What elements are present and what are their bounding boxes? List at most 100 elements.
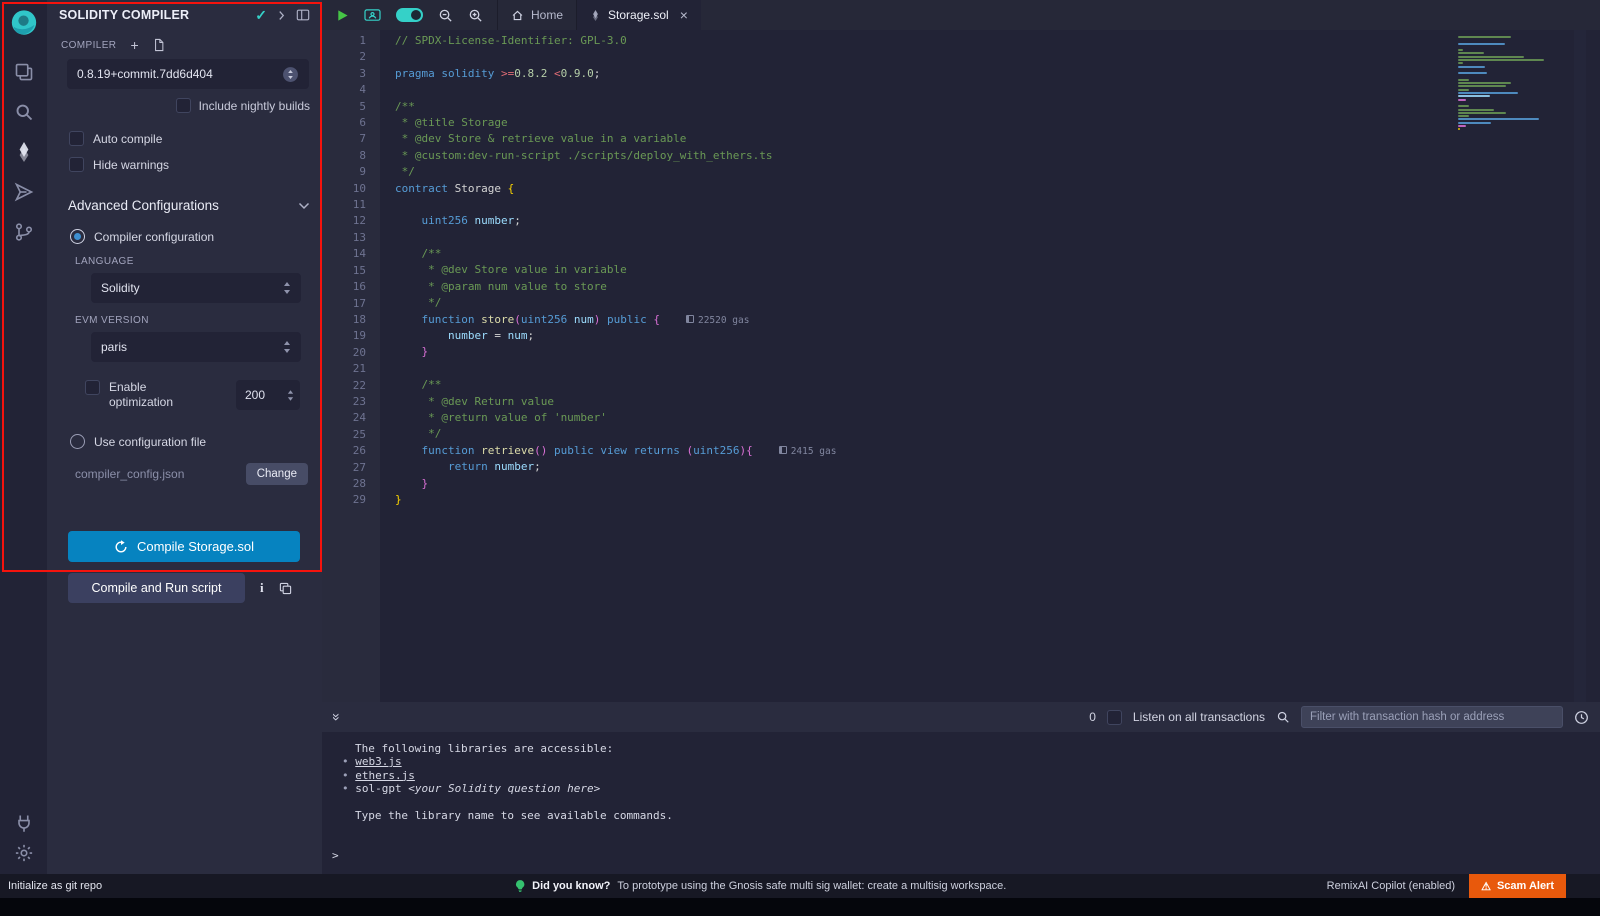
gas-icon bbox=[779, 446, 787, 454]
code-line[interactable]: */ bbox=[395, 164, 1600, 180]
terminal-line: The following libraries are accessible: bbox=[322, 742, 1600, 755]
code-line[interactable]: function store(uint256 num) public {2252… bbox=[395, 312, 1600, 328]
info-icon[interactable]: i bbox=[260, 580, 264, 596]
file-explorer-icon[interactable] bbox=[0, 52, 47, 92]
search-icon[interactable] bbox=[0, 92, 47, 132]
code-line[interactable]: function retrieve() public view returns … bbox=[395, 443, 1600, 459]
warning-icon: ⚠ bbox=[1481, 880, 1491, 893]
code-line[interactable]: } bbox=[395, 492, 1600, 508]
code-line[interactable]: */ bbox=[395, 295, 1600, 311]
code-line[interactable]: * @dev Return value bbox=[395, 394, 1600, 410]
copilot-status[interactable]: RemixAI Copilot (enabled) bbox=[1327, 880, 1455, 892]
terminal-link[interactable]: web3.js bbox=[355, 755, 401, 768]
include-nightly-checkbox[interactable] bbox=[176, 98, 191, 113]
hide-warnings-checkbox[interactable] bbox=[69, 157, 84, 172]
compiler-version-select[interactable]: 0.8.19+commit.7dd6d404 bbox=[67, 59, 309, 89]
terminal-link[interactable]: ethers.js bbox=[355, 769, 415, 782]
panel-title: SOLIDITY COMPILER bbox=[59, 8, 244, 22]
code-editor[interactable]: 1234567891011121314151617181920212223242… bbox=[322, 30, 1600, 702]
status-bar: Initialize as git repo Did you know? To … bbox=[0, 874, 1600, 898]
use-config-file-radio[interactable] bbox=[70, 434, 85, 449]
listen-transactions-checkbox[interactable] bbox=[1107, 710, 1122, 725]
code-line[interactable] bbox=[395, 82, 1600, 98]
evm-version-select[interactable]: paris bbox=[91, 332, 301, 362]
chevron-right-icon[interactable] bbox=[278, 10, 285, 21]
pin-panel-icon[interactable] bbox=[296, 8, 310, 22]
select-caret-icon bbox=[283, 340, 291, 354]
terminal-prompt[interactable]: > bbox=[322, 849, 1600, 862]
code-line[interactable]: /** bbox=[395, 246, 1600, 262]
advanced-configurations-title: Advanced Configurations bbox=[68, 198, 219, 213]
code-line[interactable]: pragma solidity >=0.8.2 <0.9.0; bbox=[395, 66, 1600, 82]
compiler-version-value: 0.8.19+commit.7dd6d404 bbox=[77, 67, 213, 81]
code-line[interactable]: // SPDX-License-Identifier: GPL-3.0 bbox=[395, 33, 1600, 49]
collapse-terminal-icon[interactable]: » bbox=[329, 713, 345, 721]
optimization-runs-input[interactable] bbox=[245, 388, 279, 402]
transaction-filter-input[interactable] bbox=[1301, 706, 1563, 728]
solidity-compiler-icon[interactable] bbox=[0, 132, 47, 172]
copilot-toggle[interactable] bbox=[396, 8, 423, 22]
code-line[interactable]: /** bbox=[395, 377, 1600, 393]
tab-storage-sol[interactable]: Storage.sol × bbox=[577, 0, 701, 30]
code-line[interactable]: * @title Storage bbox=[395, 115, 1600, 131]
compile-and-run-button[interactable]: Compile and Run script bbox=[68, 573, 245, 603]
run-script-play-icon[interactable] bbox=[336, 9, 349, 22]
close-tab-icon[interactable]: × bbox=[680, 7, 688, 23]
copy-icon[interactable] bbox=[279, 582, 292, 595]
code-line[interactable] bbox=[395, 230, 1600, 246]
zoom-out-icon[interactable] bbox=[438, 8, 453, 23]
number-spinner-icon[interactable] bbox=[287, 389, 294, 402]
code-line[interactable]: * @dev Store & retrieve value in a varia… bbox=[395, 131, 1600, 147]
enable-optimization-checkbox[interactable] bbox=[85, 380, 100, 395]
editor-minimap[interactable] bbox=[1458, 36, 1570, 132]
code-line[interactable]: number = num; bbox=[395, 328, 1600, 344]
add-custom-compiler-icon[interactable]: + bbox=[130, 38, 138, 52]
code-line[interactable]: * @return value of 'number' bbox=[395, 410, 1600, 426]
code-line[interactable] bbox=[395, 197, 1600, 213]
pending-transactions-clock-icon[interactable] bbox=[1574, 710, 1589, 725]
refresh-icon bbox=[114, 540, 128, 554]
code-line[interactable]: * @dev Store value in variable bbox=[395, 262, 1600, 278]
code-line[interactable]: } bbox=[395, 344, 1600, 360]
auto-compile-label: Auto compile bbox=[93, 132, 162, 146]
plugin-manager-icon[interactable] bbox=[0, 808, 47, 838]
tab-home[interactable]: Home bbox=[498, 0, 576, 30]
language-select[interactable]: Solidity bbox=[91, 273, 301, 303]
code-line[interactable] bbox=[395, 49, 1600, 65]
terminal-search-icon[interactable] bbox=[1276, 710, 1290, 724]
terminal-output[interactable]: The following libraries are accessible:•… bbox=[322, 732, 1600, 874]
deploy-run-icon[interactable] bbox=[0, 172, 47, 212]
main-area: Home Storage.sol × 123456789101112131415… bbox=[322, 0, 1600, 874]
language-value: Solidity bbox=[101, 281, 140, 295]
open-compiler-file-icon[interactable] bbox=[153, 38, 165, 52]
code-line[interactable]: * @param num value to store bbox=[395, 279, 1600, 295]
code-line[interactable]: * @custom:dev-run-script ./scripts/deplo… bbox=[395, 148, 1600, 164]
code-line[interactable]: /** bbox=[395, 99, 1600, 115]
settings-icon[interactable] bbox=[0, 838, 47, 868]
git-icon[interactable] bbox=[0, 212, 47, 252]
tab-storage-label: Storage.sol bbox=[608, 8, 669, 22]
evm-version-label: EVM VERSION bbox=[75, 315, 310, 326]
change-config-button[interactable]: Change bbox=[246, 463, 308, 485]
code-line[interactable]: uint256 number; bbox=[395, 213, 1600, 229]
remix-logo-icon[interactable] bbox=[9, 8, 39, 38]
code-line[interactable]: */ bbox=[395, 426, 1600, 442]
zoom-in-icon[interactable] bbox=[468, 8, 483, 23]
compile-button[interactable]: Compile Storage.sol bbox=[68, 531, 300, 562]
use-config-file-label: Use configuration file bbox=[94, 435, 206, 449]
advanced-configurations-header[interactable]: Advanced Configurations bbox=[59, 198, 310, 213]
editor-scrollbar[interactable] bbox=[1574, 30, 1586, 702]
transaction-count-badge: 0 bbox=[1089, 710, 1096, 724]
compiler-configuration-radio[interactable] bbox=[70, 229, 85, 244]
scam-alert-badge[interactable]: ⚠ Scam Alert bbox=[1469, 874, 1566, 898]
code-line[interactable]: return number; bbox=[395, 459, 1600, 475]
code-line[interactable]: } bbox=[395, 476, 1600, 492]
auto-compile-checkbox[interactable] bbox=[69, 131, 84, 146]
code-line[interactable] bbox=[395, 361, 1600, 377]
compile-button-label: Compile Storage.sol bbox=[137, 539, 254, 554]
solidity-file-icon bbox=[590, 10, 601, 21]
code-line[interactable]: contract Storage { bbox=[395, 181, 1600, 197]
ai-assistant-icon[interactable] bbox=[364, 8, 381, 23]
code-content[interactable]: // SPDX-License-Identifier: GPL-3.0 prag… bbox=[380, 30, 1600, 702]
git-init-status[interactable]: Initialize as git repo bbox=[0, 880, 102, 892]
